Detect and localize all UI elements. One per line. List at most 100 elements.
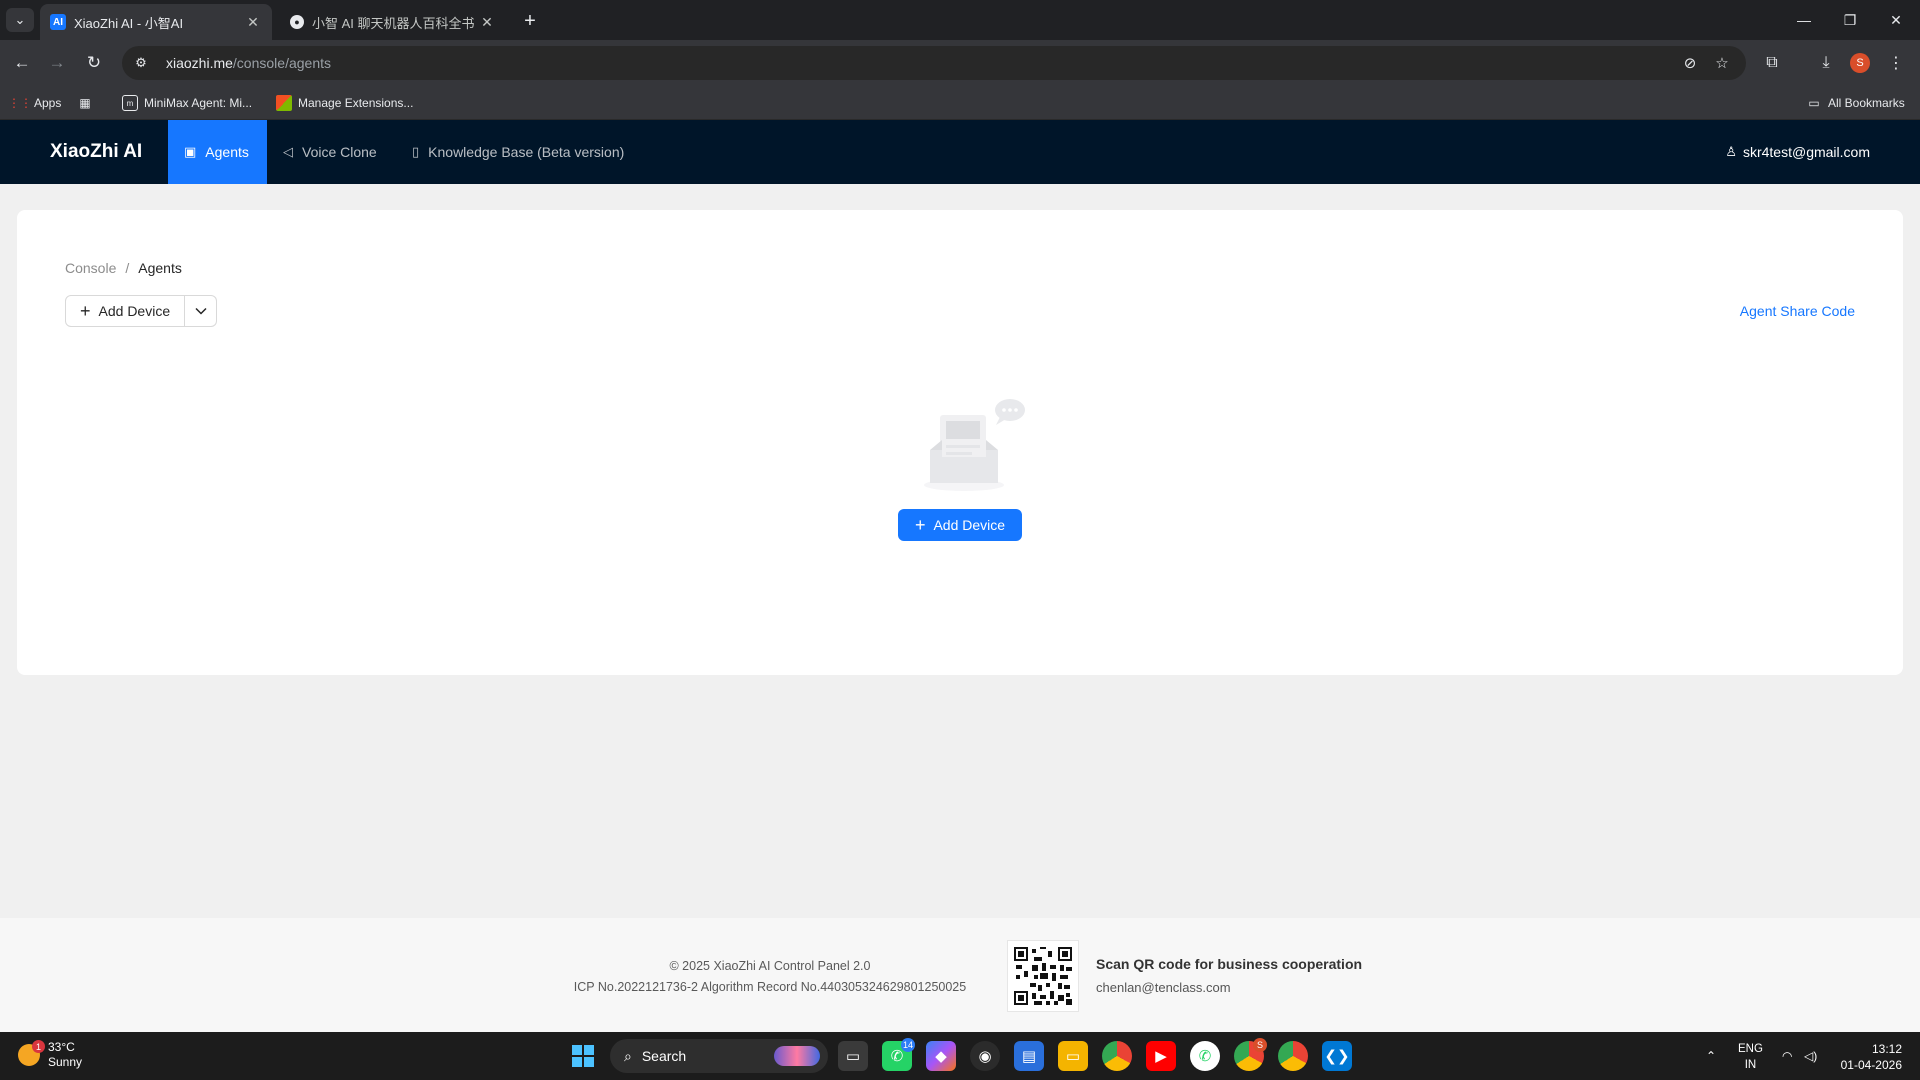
- weather-desc: Sunny: [48, 1055, 83, 1069]
- tab-search-chevron-icon[interactable]: ⌄: [6, 8, 34, 32]
- breadcrumb-console[interactable]: Console: [65, 260, 116, 276]
- weather-widget[interactable]: 1 33°C Sunny: [18, 1040, 82, 1070]
- bookmark-star-icon[interactable]: ☆: [1710, 51, 1734, 75]
- tab-title: 小智 AI 聊天机器人百科全书 - F: [312, 15, 478, 31]
- wifi-icon[interactable]: ◠: [1782, 1032, 1792, 1080]
- extensions-puzzle-icon[interactable]: ⧉: [1760, 51, 1784, 75]
- search-highlight-icon: [774, 1046, 820, 1066]
- chrome-icon[interactable]: [1102, 1041, 1132, 1071]
- tab-xiaozhi-console[interactable]: AI XiaoZhi AI - 小智AI ✕: [40, 4, 272, 40]
- weather-temp: 33°C: [48, 1040, 75, 1054]
- nav-agents[interactable]: ▣ Agents: [168, 120, 267, 184]
- chrome-profile-icon[interactable]: S: [1234, 1038, 1267, 1071]
- chrome-profile-badge: S: [1253, 1038, 1267, 1052]
- microsoft-store-icon[interactable]: ▤: [1014, 1041, 1044, 1071]
- minimax-icon: m: [122, 95, 138, 111]
- restore-icon[interactable]: ❐: [1828, 6, 1872, 34]
- windows-taskbar: 1 33°C Sunny ⌕ Search ▭ ✆ 14 ◆ ◉ ▤ ▭ ▶ ✆ …: [0, 1032, 1920, 1080]
- folder-icon: ▭: [1808, 96, 1820, 110]
- page-footer: © 2025 XiaoZhi AI Control Panel 2.0 ICP …: [0, 918, 1920, 1032]
- back-arrow-icon[interactable]: ←: [10, 51, 34, 75]
- kebab-menu-icon[interactable]: ⋮: [1884, 51, 1908, 75]
- tab-close-icon[interactable]: ✕: [478, 13, 496, 31]
- volume-icon[interactable]: ◁): [1804, 1032, 1817, 1080]
- new-tab-plus-icon[interactable]: +: [518, 9, 542, 33]
- file-explorer-icon[interactable]: ▭: [1058, 1041, 1088, 1071]
- user-email: skr4test@gmail.com: [1742, 144, 1870, 160]
- bookmark-minimax[interactable]: m MiniMax Agent: Mi...: [122, 93, 252, 113]
- weather-badge: 1: [32, 1040, 45, 1053]
- task-view-icon[interactable]: ▭: [838, 1041, 868, 1071]
- qr-email[interactable]: chenlan@tenclass.com: [1096, 980, 1231, 995]
- browser-toolbar: ← → ↻ ⚙ xiaozhi.me/console/agents ⊘ ☆ ⧉ …: [0, 40, 1920, 86]
- add-device-dropdown-button[interactable]: [185, 295, 218, 327]
- footer-icp: ICP No.2022121736-2 Algorithm Record No.…: [573, 980, 967, 994]
- user-account[interactable]: ♙ skr4test@gmail.com: [1725, 120, 1870, 184]
- site-info-icon[interactable]: ⚙: [126, 48, 156, 78]
- qr-code-icon: [1014, 947, 1072, 1005]
- bookmark-tab-groups[interactable]: ▦: [77, 93, 99, 113]
- browser-tab-bar: ⌄ AI XiaoZhi AI - 小智AI ✕ ● 小智 AI 聊天机器人百科…: [0, 0, 1920, 40]
- search-icon: ⌕: [624, 1047, 632, 1064]
- agents-card: Console / Agents + Add Device Agent Shar…: [17, 210, 1903, 675]
- nav-voice-clone[interactable]: ◁ Voice Clone: [267, 120, 393, 184]
- apps-grid-icon: ⋮⋮: [8, 96, 32, 110]
- url-text[interactable]: xiaozhi.me/console/agents: [166, 55, 331, 71]
- empty-inbox-icon: [924, 399, 1025, 491]
- bookmark-apps[interactable]: ⋮⋮ Apps: [8, 93, 61, 113]
- window-close-icon[interactable]: ✕: [1874, 6, 1918, 34]
- windows-start-icon[interactable]: [572, 1045, 594, 1067]
- chrome-secondary-icon[interactable]: [1278, 1041, 1308, 1071]
- qr-title: Scan QR code for business cooperation: [1096, 956, 1363, 972]
- nav-knowledge-base[interactable]: ▯ Knowledge Base (Beta version): [396, 120, 640, 184]
- forward-arrow-icon[interactable]: →: [45, 51, 69, 75]
- language-indicator[interactable]: ENG IN: [1738, 1041, 1763, 1073]
- extensions-icon: [276, 95, 292, 111]
- download-icon[interactable]: ⤓: [1814, 51, 1838, 75]
- minimize-icon[interactable]: —: [1782, 6, 1826, 34]
- empty-add-device-button[interactable]: + Add Device: [898, 509, 1022, 541]
- book-icon: ▯: [412, 144, 420, 159]
- app-header: XiaoZhi AI ▣ Agents ◁ Voice Clone ▯ Know…: [0, 120, 1920, 184]
- robot-icon: ▣: [184, 144, 197, 159]
- whatsapp-badge: 14: [900, 1038, 915, 1052]
- all-bookmarks[interactable]: ▭ All Bookmarks: [1806, 93, 1904, 113]
- obs-icon[interactable]: ◉: [970, 1041, 1000, 1071]
- bookmarks-bar: ⋮⋮ Apps ▦ m MiniMax Agent: Mi... Manage …: [0, 86, 1920, 120]
- business-qr-code: [1007, 940, 1079, 1012]
- copilot-icon[interactable]: ◆: [926, 1041, 956, 1071]
- whatsapp-business-icon[interactable]: ✆ 14: [882, 1038, 915, 1071]
- bookmark-manage-extensions[interactable]: Manage Extensions...: [276, 93, 413, 113]
- footer-legal: © 2025 XiaoZhi AI Control Panel 2.0 ICP …: [560, 956, 980, 998]
- breadcrumb: Console / Agents: [65, 260, 182, 276]
- tray-overflow-icon[interactable]: ⌃: [1706, 1032, 1716, 1080]
- breadcrumb-separator: /: [125, 260, 130, 276]
- app-logo[interactable]: XiaoZhi AI: [50, 120, 142, 184]
- clock-time: 13:12: [1871, 1042, 1902, 1056]
- xiaozhi-favicon-icon: AI: [50, 14, 66, 30]
- taskbar-search[interactable]: ⌕ Search: [610, 1039, 828, 1073]
- bot-favicon-icon: ●: [290, 15, 304, 29]
- footer-copyright: © 2025 XiaoZhi AI Control Panel 2.0: [669, 959, 871, 973]
- add-device-button-group: + Add Device: [65, 295, 218, 327]
- profile-avatar[interactable]: S: [1850, 53, 1870, 73]
- plus-icon: +: [80, 301, 91, 321]
- eye-slash-icon[interactable]: ⊘: [1678, 51, 1702, 75]
- youtube-icon[interactable]: ▶: [1146, 1041, 1176, 1071]
- reload-icon[interactable]: ↻: [82, 51, 106, 75]
- clock-date: 01-04-2026: [1840, 1058, 1902, 1072]
- system-clock[interactable]: 13:12 01-04-2026: [1836, 1041, 1902, 1073]
- add-device-button[interactable]: + Add Device: [65, 295, 186, 327]
- vscode-icon[interactable]: ❮❯: [1322, 1041, 1352, 1071]
- tab-close-icon[interactable]: ✕: [244, 13, 262, 31]
- whatsapp-icon[interactable]: ✆: [1190, 1041, 1220, 1071]
- sun-icon: 1: [18, 1040, 45, 1066]
- agent-share-code-link[interactable]: Agent Share Code: [1740, 303, 1855, 319]
- breadcrumb-current: Agents: [138, 260, 182, 276]
- tab-xiaozhi-wiki[interactable]: ● 小智 AI 聊天机器人百科全书 - F ✕: [280, 4, 506, 40]
- user-icon: ♙: [1725, 144, 1737, 159]
- chevron-down-icon: [195, 307, 207, 315]
- tab-title: XiaoZhi AI - 小智AI: [74, 15, 184, 31]
- address-bar[interactable]: ⚙ xiaozhi.me/console/agents ⊘ ☆: [122, 46, 1746, 80]
- plus-icon: +: [914, 515, 926, 535]
